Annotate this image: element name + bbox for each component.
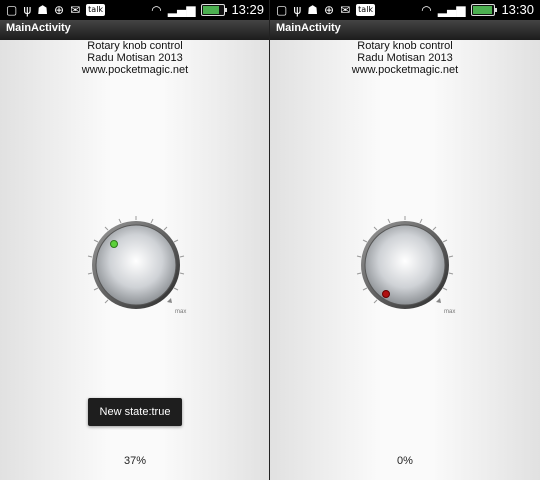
battery-fill	[203, 6, 219, 14]
header-line-2: Radu Motisan 2013	[357, 52, 453, 64]
screen-right: ▢ ψ ☗ ⊕ ✉ talk ◠ ▂▄▆ 13:30 MainActivity …	[270, 0, 540, 480]
max-arrow-icon	[436, 298, 441, 303]
knob-indicator-green	[110, 240, 118, 248]
app-notification-icon: ▢	[276, 3, 288, 17]
wifi-icon: ◠	[151, 3, 162, 17]
wifi-icon: ◠	[421, 3, 432, 17]
rotary-knob[interactable]: max	[81, 210, 191, 320]
signal-icon: ▂▄▆	[167, 3, 196, 17]
android-debug-icon: ☗	[37, 3, 49, 17]
main-content: Rotary knob control Radu Motisan 2013 ww…	[270, 40, 540, 480]
percent-value: 0%	[397, 455, 413, 467]
screen-left: ▢ ψ ☗ ⊕ ✉ talk ◠ ▂▄▆ 13:29 MainActivity …	[0, 0, 270, 480]
header-line-1: Rotary knob control	[87, 40, 183, 52]
app-title: MainActivity	[276, 22, 341, 34]
app-notification-icon: ▢	[6, 3, 18, 17]
status-bar: ▢ ψ ☗ ⊕ ✉ talk ◠ ▂▄▆ 13:30	[270, 0, 540, 20]
screen-divider	[269, 0, 270, 480]
main-content: Rotary knob control Radu Motisan 2013 ww…	[0, 40, 270, 480]
max-arrow-icon	[167, 298, 172, 303]
app-title-bar: MainActivity	[0, 20, 270, 41]
mail-icon: ✉	[70, 3, 81, 17]
rotary-knob-graphic[interactable]: max	[81, 210, 191, 320]
knob-max-label: max	[175, 309, 186, 315]
knob-face	[364, 224, 446, 306]
header-line-3: www.pocketmagic.net	[351, 64, 459, 76]
status-clock: 13:30	[501, 2, 534, 17]
usb-icon: ψ	[293, 3, 302, 17]
battery-icon	[471, 4, 498, 16]
mail-icon: ✉	[340, 3, 351, 17]
header-line-1: Rotary knob control	[357, 40, 453, 52]
talk-icon: talk	[86, 4, 106, 16]
battery-fill	[473, 6, 493, 14]
android-debug-icon: ☗	[307, 3, 319, 17]
rotary-knob-graphic[interactable]: max	[350, 210, 460, 320]
usb-icon: ψ	[23, 3, 32, 17]
percent-value: 37%	[123, 455, 147, 467]
signal-icon: ▂▄▆	[437, 3, 466, 17]
toast-message: New state:true	[88, 398, 182, 426]
battery-icon	[201, 4, 228, 16]
status-bar: ▢ ψ ☗ ⊕ ✉ talk ◠ ▂▄▆ 13:29	[0, 0, 270, 20]
status-clock: 13:29	[231, 2, 264, 17]
app-title: MainActivity	[6, 22, 71, 34]
talk-icon: talk	[356, 4, 376, 16]
rotary-knob[interactable]: max	[350, 210, 460, 320]
knob-indicator-red	[382, 290, 390, 298]
app-title-bar: MainActivity	[270, 20, 540, 41]
header-line-2: Radu Motisan 2013	[87, 52, 183, 64]
download-icon: ⊕	[324, 3, 335, 17]
download-icon: ⊕	[54, 3, 65, 17]
knob-face	[95, 224, 177, 306]
knob-max-label: max	[444, 309, 455, 315]
header-line-3: www.pocketmagic.net	[81, 64, 189, 76]
